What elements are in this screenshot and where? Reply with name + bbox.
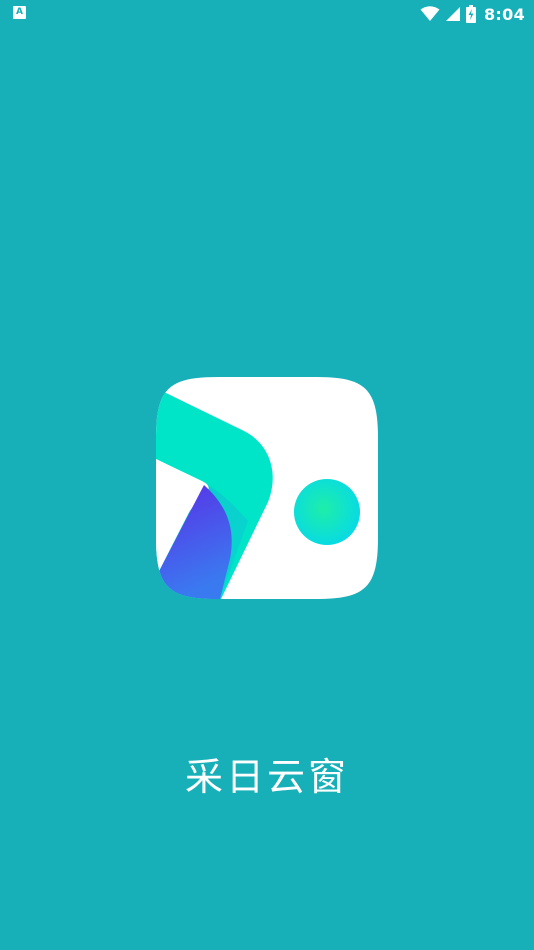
wifi-icon [420, 6, 440, 21]
app-name-title: 采日云窗 [184, 755, 349, 799]
notification-app-icon: A [13, 6, 26, 19]
cellular-signal-icon [446, 7, 460, 21]
app-logo [156, 377, 378, 599]
battery-charging-icon [466, 5, 476, 23]
status-right-group: 8:04 [420, 3, 525, 25]
status-clock: 8:04 [484, 4, 525, 24]
app-logo-icon [156, 377, 378, 599]
status-bar: A 8:04 [0, 0, 534, 28]
notification-app-icon-letter: A [16, 7, 23, 17]
